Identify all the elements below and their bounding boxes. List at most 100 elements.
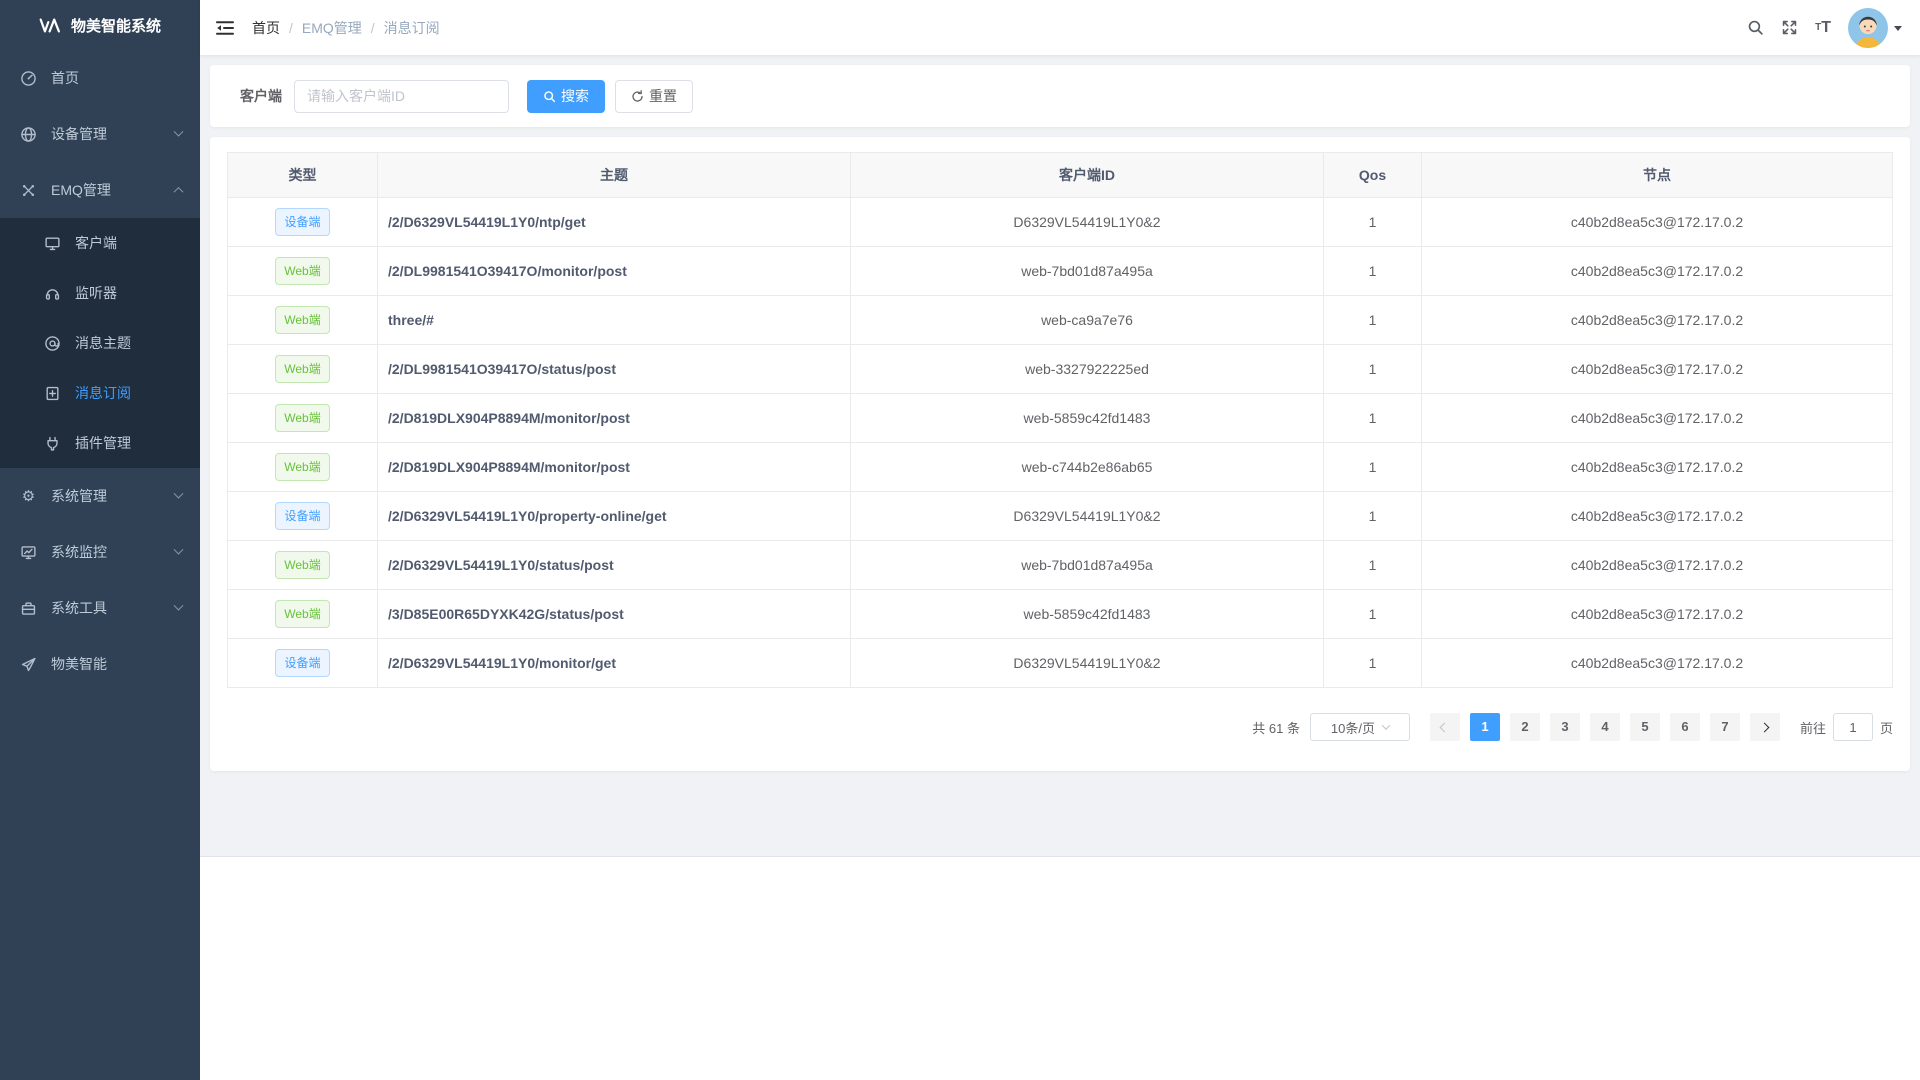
chevron-down-icon [174, 544, 184, 554]
reset-button[interactable]: 重置 [615, 80, 693, 113]
search-button-icon [543, 90, 556, 103]
page-button-4[interactable]: 4 [1590, 713, 1620, 741]
page-size-select[interactable]: 10条/页 [1310, 713, 1410, 741]
sidebar-item-系统管理[interactable]: ⚙系统管理 [0, 468, 200, 524]
client-id-input[interactable] [294, 80, 509, 113]
goto-page: 前往 页 [1800, 713, 1893, 741]
chevron-up-icon [174, 186, 184, 196]
cell-node: c40b2d8ea5c3@172.17.0.2 [1422, 345, 1893, 394]
page-button-1[interactable]: 1 [1470, 713, 1500, 741]
table-row: Web端/2/D819DLX904P8894M/monitor/postweb-… [228, 394, 1893, 443]
main-column: 首页 / EMQ管理 / 消息订阅 [200, 0, 1920, 1080]
cell-node: c40b2d8ea5c3@172.17.0.2 [1422, 296, 1893, 345]
sidebar-item-系统监控[interactable]: 系统监控 [0, 524, 200, 580]
cell-client-id: D6329VL54419L1Y0&2 [851, 639, 1324, 688]
fullscreen-icon[interactable] [1781, 19, 1798, 36]
cell-node: c40b2d8ea5c3@172.17.0.2 [1422, 247, 1893, 296]
prev-page-button[interactable] [1430, 713, 1460, 741]
breadcrumb-separator: / [289, 20, 293, 36]
cell-topic: /2/D6329VL54419L1Y0/status/post [378, 541, 851, 590]
page-button-7[interactable]: 7 [1710, 713, 1740, 741]
sidebar-item-物美智能[interactable]: 物美智能 [0, 636, 200, 692]
cell-client-id: web-c744b2e86ab65 [851, 443, 1324, 492]
next-page-button[interactable] [1750, 713, 1780, 741]
search-button[interactable]: 搜索 [527, 80, 605, 113]
cell-qos: 1 [1324, 443, 1422, 492]
sidebar: 物美智能系统 首页设备管理 EMQ管理客户端监听器消息主题消息订阅插件管理⚙系统管… [0, 0, 200, 1080]
menu-item-label: 系统工具 [51, 598, 107, 618]
type-badge-device: 设备端 [275, 208, 329, 236]
cell-qos: 1 [1324, 590, 1422, 639]
sidebar-item-系统工具[interactable]: 系统工具 [0, 580, 200, 636]
plugin-icon [44, 435, 61, 452]
header-topic: 主题 [378, 153, 851, 198]
app-window: 物美智能系统 首页设备管理 EMQ管理客户端监听器消息主题消息订阅插件管理⚙系统管… [0, 0, 1920, 1080]
headset-icon [44, 285, 61, 302]
cell-topic: /3/D85E00R65DYXK42G/status/post [378, 590, 851, 639]
goto-page-input[interactable] [1833, 713, 1873, 741]
page-number-list: 1234567 [1465, 713, 1745, 741]
cell-qos: 1 [1324, 296, 1422, 345]
cell-qos: 1 [1324, 198, 1422, 247]
table-row: Web端/2/DL9981541O39417O/monitor/postweb-… [228, 247, 1893, 296]
submenu-item-插件管理[interactable]: 插件管理 [0, 418, 200, 468]
app-logo[interactable]: 物美智能系统 [0, 0, 200, 50]
emq-icon [20, 182, 37, 199]
page-button-5[interactable]: 5 [1630, 713, 1660, 741]
goto-unit: 页 [1880, 718, 1893, 737]
menu-item-label: 监听器 [75, 283, 117, 303]
search-icon[interactable] [1747, 19, 1764, 36]
cell-topic: three/# [378, 296, 851, 345]
type-badge-device: 设备端 [275, 502, 329, 530]
goto-label: 前往 [1800, 718, 1826, 737]
page-button-2[interactable]: 2 [1510, 713, 1540, 741]
search-panel: 客户端 搜索 重置 [210, 65, 1910, 127]
menu-item-label: 设备管理 [51, 124, 107, 144]
dashboard-icon [20, 70, 37, 87]
cell-qos: 1 [1324, 639, 1422, 688]
page-button-6[interactable]: 6 [1670, 713, 1700, 741]
caret-down-icon[interactable] [1894, 26, 1902, 35]
cell-client-id: web-5859c42fd1483 [851, 394, 1324, 443]
avatar[interactable] [1848, 8, 1888, 48]
navbar-tools: TT [1747, 8, 1902, 48]
submenu-item-消息订阅[interactable]: 消息订阅 [0, 368, 200, 418]
user-menu[interactable] [1848, 8, 1902, 48]
sidebar-item-设备管理[interactable]: 设备管理 [0, 106, 200, 162]
menu-item-label: EMQ管理 [51, 180, 111, 200]
breadcrumb-home[interactable]: 首页 [252, 18, 280, 38]
chevron-left-icon [1440, 722, 1450, 732]
table-row: Web端three/#web-ca9a7e761c40b2d8ea5c3@172… [228, 296, 1893, 345]
sidebar-item-首页[interactable]: 首页 [0, 50, 200, 106]
page-button-3[interactable]: 3 [1550, 713, 1580, 741]
cell-topic: /2/D6329VL54419L1Y0/monitor/get [378, 639, 851, 688]
submenu-item-监听器[interactable]: 监听器 [0, 268, 200, 318]
type-badge-web: Web端 [275, 453, 329, 481]
menu-item-label: 系统管理 [51, 486, 107, 506]
page-size-value: 10条/页 [1331, 718, 1375, 737]
table-row: Web端/2/D819DLX904P8894M/monitor/postweb-… [228, 443, 1893, 492]
cell-topic: /2/D6329VL54419L1Y0/ntp/get [378, 198, 851, 247]
type-badge-web: Web端 [275, 551, 329, 579]
menu-item-label: 系统监控 [51, 542, 107, 562]
header-type: 类型 [228, 153, 378, 198]
cell-client-id: web-3327922225ed [851, 345, 1324, 394]
submenu-item-客户端[interactable]: 客户端 [0, 218, 200, 268]
menu-item-label: 消息主题 [75, 333, 131, 353]
cell-client-id: web-7bd01d87a495a [851, 247, 1324, 296]
sidebar-item-EMQ管理[interactable]: EMQ管理 [0, 162, 200, 218]
cell-qos: 1 [1324, 492, 1422, 541]
page-footer-space [200, 857, 1920, 1080]
cell-type: 设备端 [228, 492, 378, 541]
font-size-icon[interactable]: TT [1815, 20, 1831, 36]
table-row: 设备端/2/D6329VL54419L1Y0/ntp/getD6329VL544… [228, 198, 1893, 247]
cell-type: Web端 [228, 590, 378, 639]
type-badge-web: Web端 [275, 257, 329, 285]
submenu-item-消息主题[interactable]: 消息主题 [0, 318, 200, 368]
subscription-table: 类型 主题 客户端ID Qos 节点 设备端/2/D6329VL54419L1Y… [227, 152, 1893, 688]
submenu-EMQ管理: 客户端监听器消息主题消息订阅插件管理 [0, 218, 200, 468]
top-navbar: 首页 / EMQ管理 / 消息订阅 [200, 0, 1920, 55]
cell-topic: /2/DL9981541O39417O/status/post [378, 345, 851, 394]
header-node: 节点 [1422, 153, 1893, 198]
sidebar-fold-icon[interactable] [216, 20, 234, 36]
